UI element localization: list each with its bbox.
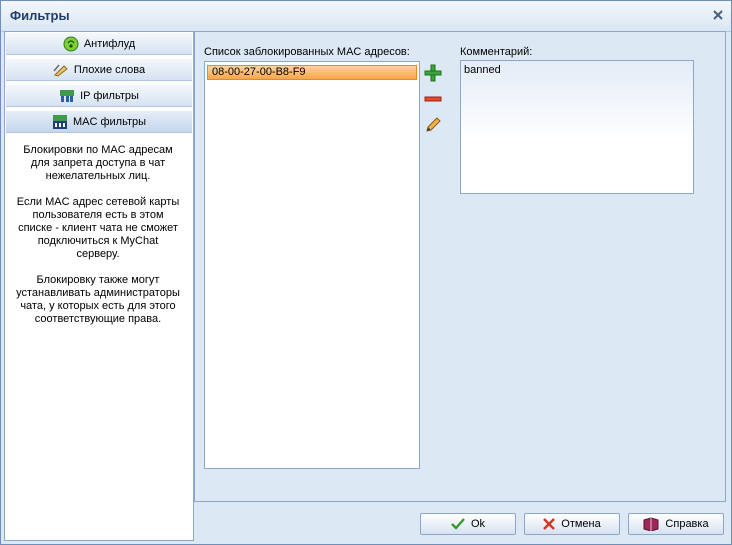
nav-item-label: IP фильтры (80, 89, 139, 102)
comment-label: Комментарий: (460, 46, 533, 58)
nav-item-antiflood[interactable]: Антифлуд (6, 33, 192, 55)
checkmark-icon (451, 518, 465, 530)
mac-list-label: Список заблокированных MAC адресов: (204, 46, 410, 58)
ok-button[interactable]: Ok (420, 513, 516, 535)
plus-icon (424, 64, 442, 82)
bad-words-icon (53, 64, 68, 77)
help-label: Справка (665, 518, 709, 530)
filters-window: Фильтры Антифлуд Плохие слова IP фильтры… (0, 0, 732, 545)
window-title: Фильтры (10, 8, 70, 23)
close-button[interactable] (711, 8, 725, 22)
ip-filter-icon (60, 89, 75, 102)
nav-item-bad-words[interactable]: Плохие слова (6, 59, 192, 81)
mac-filter-icon (52, 114, 67, 129)
nav-item-label: MAC фильтры (72, 115, 147, 128)
mac-filter-panel: Список заблокированных MAC адресов: 08-0… (194, 31, 726, 502)
comment-field[interactable]: banned (460, 60, 694, 194)
cancel-label: Отмена (561, 518, 601, 530)
help-description: Блокировки по MAC адресам для запрета до… (16, 144, 180, 325)
pencil-icon (426, 117, 441, 132)
nav-item-ip-filters[interactable]: IP фильтры (6, 85, 192, 107)
add-mac-button[interactable] (422, 62, 444, 84)
edit-mac-button[interactable] (422, 114, 444, 136)
close-icon (713, 10, 723, 20)
nav-item-mac-filters[interactable]: MAC фильтры (6, 111, 192, 133)
title-bar: Фильтры (1, 1, 731, 32)
nav-item-label: Антифлуд (83, 37, 136, 50)
mac-address-list[interactable]: 08-00-27-00-B8-F9 (204, 61, 420, 469)
cancel-x-icon (543, 518, 556, 530)
cancel-button[interactable]: Отмена (524, 513, 620, 535)
help-button[interactable]: Справка (628, 513, 724, 535)
ok-label: Ok (470, 518, 486, 530)
help-book-icon (643, 517, 659, 531)
filter-nav-panel: Антифлуд Плохие слова IP фильтры MAC фил… (4, 31, 194, 541)
minus-icon (424, 96, 442, 102)
nav-item-label: Плохие слова (73, 63, 146, 76)
remove-mac-button[interactable] (422, 88, 444, 110)
antiflood-icon (63, 36, 79, 51)
list-item[interactable]: 08-00-27-00-B8-F9 (207, 65, 417, 80)
